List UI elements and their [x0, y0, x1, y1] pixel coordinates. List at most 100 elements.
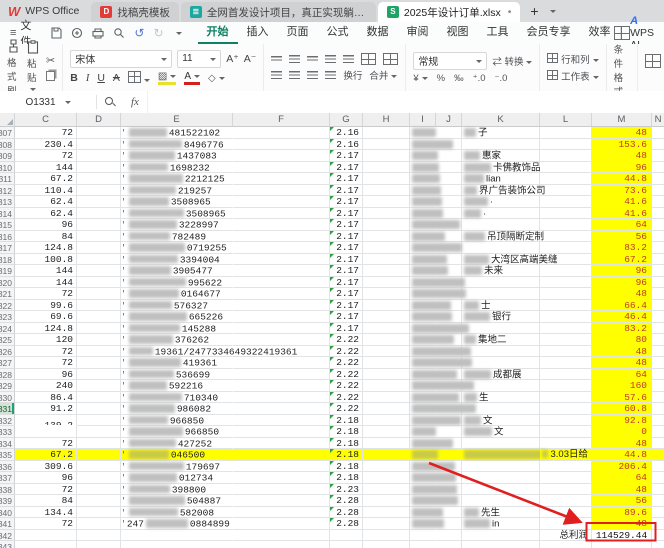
- cell-M[interactable]: 67.2: [592, 254, 652, 266]
- cell-C[interactable]: 124.8: [15, 323, 77, 335]
- cell-F[interactable]: [233, 208, 330, 220]
- align-center-icon[interactable]: [289, 71, 300, 79]
- cell-I[interactable]: [410, 231, 436, 243]
- cell-K[interactable]: [462, 495, 540, 507]
- row-header-313[interactable]: 313: [0, 196, 15, 208]
- cell-N[interactable]: [652, 403, 664, 415]
- cell-H[interactable]: [363, 357, 410, 369]
- cell-L[interactable]: [540, 461, 592, 473]
- cell-H[interactable]: [363, 426, 410, 438]
- cell-F[interactable]: [233, 127, 330, 139]
- cell-D[interactable]: [77, 495, 121, 507]
- cell-L[interactable]: [540, 403, 592, 415]
- menu-tab-7[interactable]: 工具: [478, 22, 518, 44]
- cell-I[interactable]: [410, 369, 436, 381]
- cell-L[interactable]: [540, 254, 592, 266]
- cell-N[interactable]: [652, 185, 664, 197]
- column-header-F[interactable]: F: [233, 113, 330, 127]
- column-header-G[interactable]: G: [330, 113, 363, 127]
- cell-D[interactable]: [77, 185, 121, 197]
- cell-F[interactable]: [233, 461, 330, 473]
- cell-L[interactable]: [540, 196, 592, 208]
- cell-E[interactable]: '3508965: [121, 208, 233, 220]
- cell-N[interactable]: [652, 265, 664, 277]
- cell-K[interactable]: ·: [462, 208, 540, 220]
- cell-C[interactable]: 67.2: [15, 173, 77, 185]
- cell-L[interactable]: [540, 288, 592, 300]
- cell-C[interactable]: 62.4: [15, 208, 77, 220]
- cell-F[interactable]: [233, 426, 330, 438]
- cell-E[interactable]: [121, 541, 233, 548]
- align-middle-icon[interactable]: [289, 55, 300, 63]
- cell-L[interactable]: [540, 472, 592, 484]
- cell-F[interactable]: [233, 265, 330, 277]
- cell-H[interactable]: [363, 392, 410, 404]
- cell-G[interactable]: 2.17: [330, 185, 363, 197]
- cell-L[interactable]: [540, 369, 592, 381]
- cell-D[interactable]: [77, 484, 121, 496]
- cell-C[interactable]: 72: [15, 127, 77, 139]
- convert-button[interactable]: ⇄ 转换: [492, 54, 532, 68]
- cell-M[interactable]: 44.8: [592, 173, 652, 185]
- align-bottom-icon[interactable]: [307, 56, 318, 62]
- cell-H[interactable]: [363, 288, 410, 300]
- currency-button[interactable]: ¥: [413, 73, 427, 84]
- cell-E[interactable]: '576327: [121, 300, 233, 312]
- cell-H[interactable]: [363, 461, 410, 473]
- cell-N[interactable]: [652, 507, 664, 519]
- cell-J[interactable]: [436, 449, 462, 461]
- cell-N[interactable]: [652, 541, 664, 548]
- cell-D[interactable]: [77, 231, 121, 243]
- cell-M[interactable]: 44.8: [592, 449, 652, 461]
- cell-K[interactable]: 集地二: [462, 334, 540, 346]
- cell-F[interactable]: [233, 484, 330, 496]
- cell-H[interactable]: [363, 415, 410, 427]
- cell-C[interactable]: 134.4: [15, 507, 77, 519]
- cell-M[interactable]: 96: [592, 162, 652, 174]
- new-tab-button[interactable]: +: [530, 4, 538, 18]
- cell-G[interactable]: 2.28: [330, 518, 363, 530]
- cell-C[interactable]: 309.6: [15, 461, 77, 473]
- cell-H[interactable]: [363, 311, 410, 323]
- cell-E[interactable]: '0164677: [121, 288, 233, 300]
- cell-F[interactable]: [233, 530, 330, 542]
- cell-G[interactable]: 2.16: [330, 127, 363, 139]
- cell-D[interactable]: [77, 357, 121, 369]
- cell-E[interactable]: '3228997: [121, 219, 233, 231]
- cell-M[interactable]: 160: [592, 380, 652, 392]
- cell-G[interactable]: 2.17: [330, 162, 363, 174]
- cell-K[interactable]: [462, 530, 540, 542]
- column-header-I[interactable]: I: [410, 113, 436, 127]
- cell-L[interactable]: [540, 150, 592, 162]
- cell-K[interactable]: [462, 139, 540, 151]
- cell-I[interactable]: [410, 530, 436, 542]
- cell-L[interactable]: [540, 162, 592, 174]
- row-header-340[interactable]: 340: [0, 507, 15, 519]
- cell-M[interactable]: 48: [592, 357, 652, 369]
- cell-H[interactable]: [363, 449, 410, 461]
- cell-C[interactable]: 72: [15, 484, 77, 496]
- cell-K[interactable]: lian: [462, 173, 540, 185]
- cell-L[interactable]: [540, 219, 592, 231]
- cell-I[interactable]: [410, 311, 436, 323]
- rows-columns-button[interactable]: 行和列: [547, 52, 598, 66]
- column-header-K[interactable]: K: [462, 113, 540, 127]
- merge-cells-button[interactable]: 合并: [369, 68, 397, 82]
- cell-H[interactable]: [363, 472, 410, 484]
- cell-H[interactable]: [363, 541, 410, 548]
- column-header-N[interactable]: N: [652, 113, 664, 127]
- cell-N[interactable]: [652, 449, 664, 461]
- cell-K[interactable]: 子: [462, 127, 540, 139]
- cell-M[interactable]: 57.6: [592, 392, 652, 404]
- cell-D[interactable]: [77, 518, 121, 530]
- cell-H[interactable]: [363, 484, 410, 496]
- cell-F[interactable]: [233, 415, 330, 427]
- cell-H[interactable]: [363, 139, 410, 151]
- row-header-327[interactable]: 327: [0, 357, 15, 369]
- worksheet-button[interactable]: 工作表: [547, 69, 598, 83]
- cell-K[interactable]: 界广告装饰公司: [462, 185, 540, 197]
- cell-N[interactable]: [652, 150, 664, 162]
- row-header-331[interactable]: 331: [0, 403, 15, 415]
- cell-G[interactable]: 2.17: [330, 242, 363, 254]
- cell-F[interactable]: [233, 288, 330, 300]
